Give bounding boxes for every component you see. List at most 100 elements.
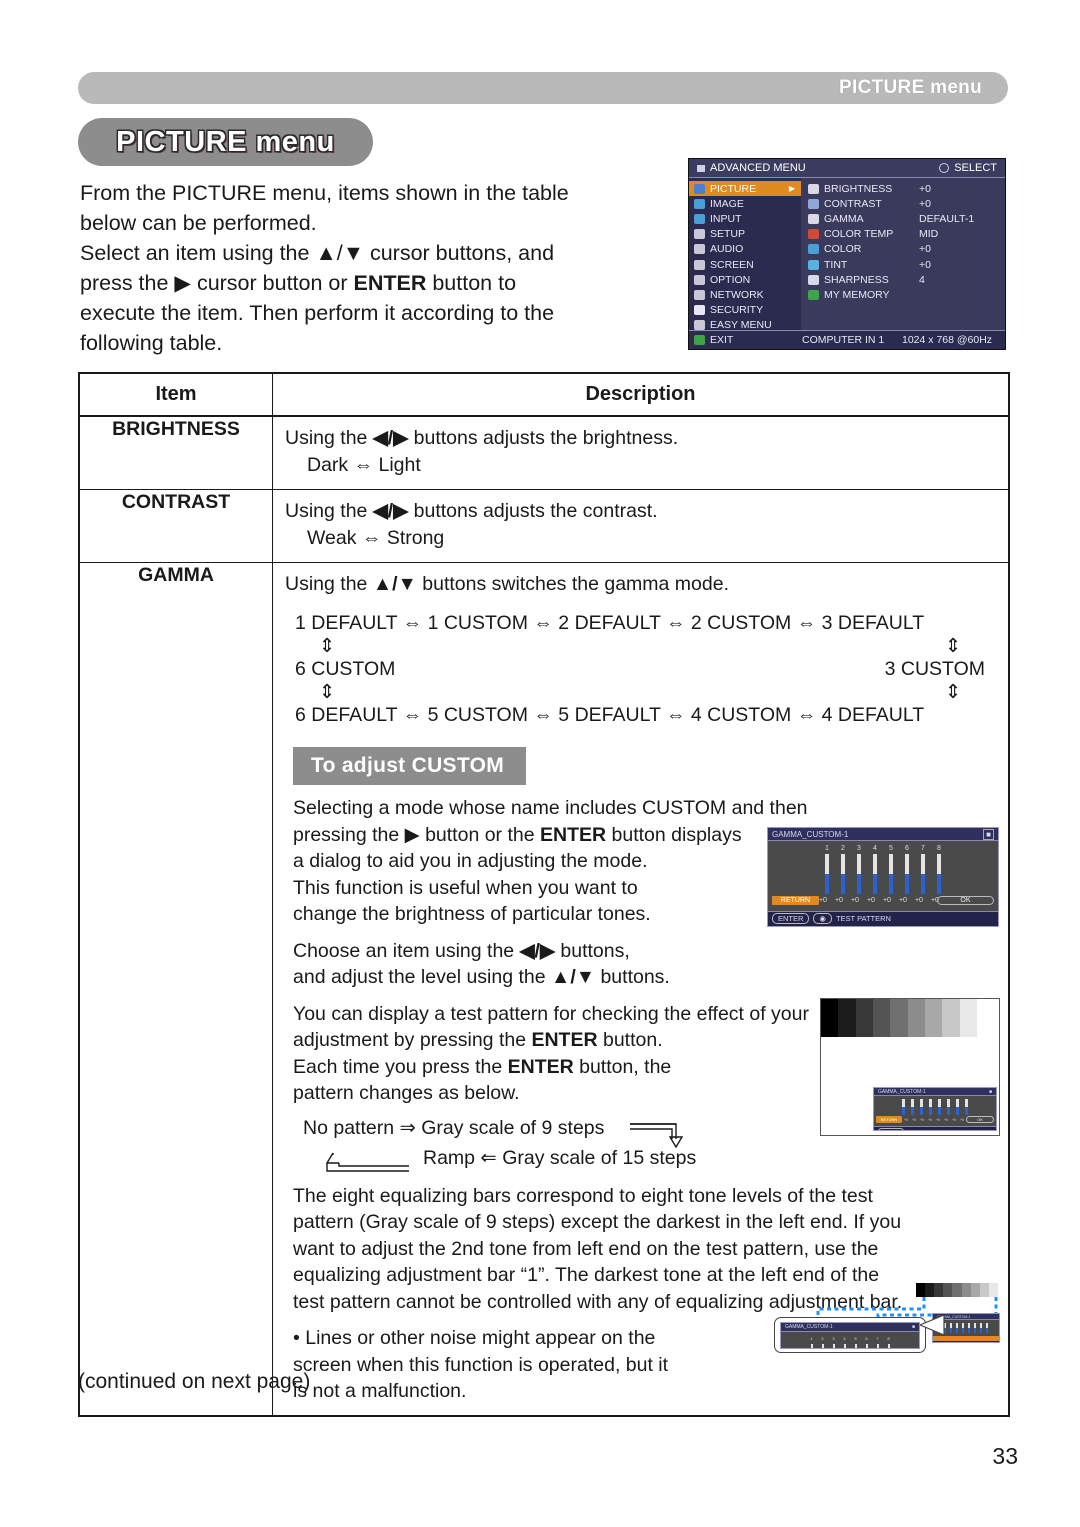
equalizing-bar-track[interactable] [843,1344,846,1348]
equalizing-bar-track[interactable] [887,1344,890,1348]
equalizing-bar-lower [986,1328,988,1333]
osd-item-icon [808,213,819,224]
equalizing-bar[interactable] [911,1098,915,1115]
ok-button[interactable]: OK [936,896,994,905]
osd-item-color[interactable]: COLOR +0 [801,242,1005,257]
equalizing-bar-track[interactable] [865,1344,868,1348]
equalizing-bar[interactable]: 6 [865,1335,869,1348]
equalizing-bar-track[interactable] [873,854,877,894]
osd-category-picture[interactable]: PICTURE ▶ [689,181,801,197]
equalizing-bar-track[interactable] [921,854,925,894]
equalizing-bar-track[interactable] [965,1099,968,1115]
osd-item-icon [808,274,819,285]
equalizing-bar-track[interactable] [980,1323,982,1333]
osd-item-contrast[interactable]: CONTRAST +0 [801,196,1005,211]
equalizing-bar[interactable] [947,1098,951,1115]
osd-category-image[interactable]: IMAGE [689,196,801,211]
equalizing-bar[interactable] [986,1322,989,1333]
equalizing-bar[interactable] [980,1322,983,1333]
equalizing-bar[interactable]: 8 [887,1335,891,1348]
equalizing-bar-track[interactable] [876,1344,879,1348]
equalizing-bar-track[interactable] [986,1323,988,1333]
osd-category-label: PICTURE [710,182,757,195]
equalizing-bar-track[interactable] [889,854,893,894]
equalizing-bar-track[interactable] [920,1099,923,1115]
osd-item-color-temp[interactable]: COLOR TEMP MID [801,227,1005,242]
osd-category-option[interactable]: OPTION [689,272,801,287]
osd-item-brightness[interactable]: BRIGHTNESS +0 [801,181,1005,196]
osd-category-input[interactable]: INPUT [689,211,801,226]
equalizing-bar[interactable] [965,1098,969,1115]
equalizing-bar-group-small[interactable] [874,1096,996,1115]
equalizing-bar-track[interactable] [825,854,829,894]
equalizing-bar-group[interactable]: 1 2 3 4 5 6 7 8 [768,841,998,894]
equalizing-bar[interactable]: 3 [832,1335,836,1348]
equalizing-bar[interactable]: 7 [920,845,926,894]
equalizing-bar-upper [902,1099,905,1107]
equalizing-bar[interactable]: 5 [888,845,894,894]
equalizing-bar-track[interactable] [956,1323,958,1333]
osd-item-my-memory[interactable]: MY MEMORY [801,287,1005,302]
osd-item-sharpness[interactable]: SHARPNESS 4 [801,272,1005,287]
equalizing-bar-track[interactable] [938,1099,941,1115]
equalizing-bar-upper [821,1344,824,1348]
equalizing-bar[interactable]: 3 [856,845,862,894]
equalizing-bar[interactable] [938,1098,942,1115]
contrast-desc-line-1: Using the ◀/▶ buttons adjusts the contra… [285,500,658,522]
equalizing-bar[interactable]: 1 [824,845,830,894]
equalizing-bar[interactable] [956,1098,960,1115]
equalizing-bar-track[interactable] [832,1344,835,1348]
equalizing-bar[interactable]: 2 [840,845,846,894]
equalizing-bar-group-wide[interactable]: 1 2 3 4 5 6 7 8 [781,1332,919,1348]
equalizing-bar-track[interactable] [905,854,909,894]
equalizing-bar[interactable]: 6 [904,845,910,894]
equalizing-bar-track[interactable] [857,854,861,894]
equalizing-bar[interactable]: 2 [821,1335,825,1348]
equalizing-bar-track[interactable] [974,1323,976,1333]
equalizing-bar-track[interactable] [902,1099,905,1115]
equalizing-bar[interactable] [920,1098,924,1115]
intro-line-1: From the PICTURE menu, items shown in th… [80,181,569,205]
osd-category-label: NETWORK [710,288,764,301]
equalizing-bar-track[interactable] [962,1323,964,1333]
osd-category-setup[interactable]: SETUP [689,227,801,242]
return-button[interactable]: RETURN [772,896,819,905]
equalizing-bar-track[interactable] [854,1344,857,1348]
flow-arrow-left-up-icon [325,1152,409,1172]
equalizing-bar-track[interactable] [956,1099,959,1115]
osd-category-network[interactable]: NETWORK [689,287,801,302]
equalizing-bar-upper [920,1099,923,1107]
equalizing-bar[interactable]: 8 [936,845,942,894]
equalizing-bar[interactable] [929,1098,933,1115]
equalizing-bar[interactable] [968,1322,971,1333]
equalizing-bar-track[interactable] [911,1099,914,1115]
equalizing-bar-track[interactable] [950,1323,952,1333]
equalizing-bar-track[interactable] [947,1099,950,1115]
gamma-p5-line-3: is not a malfunction. [293,1380,467,1402]
equalizing-bar[interactable]: 1 [810,1335,814,1348]
osd-item-gamma[interactable]: GAMMA DEFAULT-1 [801,211,1005,226]
equalizing-bar-track[interactable] [929,1099,932,1115]
osd-category-security[interactable]: SECURITY [689,303,801,318]
equalizing-bar[interactable]: 5 [854,1335,858,1348]
osd-category-easy-menu[interactable]: EASY MENU [689,318,801,333]
equalizing-bar-track[interactable] [968,1323,970,1333]
gamma-dialog-overlay-small: GAMMA_CUSTOM-1 ■ RETURN +0 +0 +0 +0 +0 +0 +0 +0… [873,1087,997,1131]
ok-button-small[interactable]: OK [966,1116,994,1123]
osd-category-exit[interactable]: EXIT [689,333,801,348]
equalizing-bar[interactable] [962,1322,965,1333]
return-button-small[interactable]: RETURN [876,1116,902,1123]
equalizing-bar-track[interactable] [841,854,845,894]
osd-item-tint[interactable]: TINT +0 [801,257,1005,272]
equalizing-bar[interactable]: 4 [843,1335,847,1348]
equalizing-bar[interactable]: 7 [876,1335,880,1348]
equalizing-bar-track[interactable] [821,1344,824,1348]
equalizing-bar[interactable] [956,1322,959,1333]
osd-category-audio[interactable]: AUDIO [689,242,801,257]
osd-category-screen[interactable]: SCREEN [689,257,801,272]
equalizing-bar[interactable]: 4 [872,845,878,894]
equalizing-bar-track[interactable] [810,1344,813,1348]
equalizing-bar[interactable] [902,1098,906,1115]
equalizing-bar-track[interactable] [937,854,941,894]
equalizing-bar[interactable] [974,1322,977,1333]
